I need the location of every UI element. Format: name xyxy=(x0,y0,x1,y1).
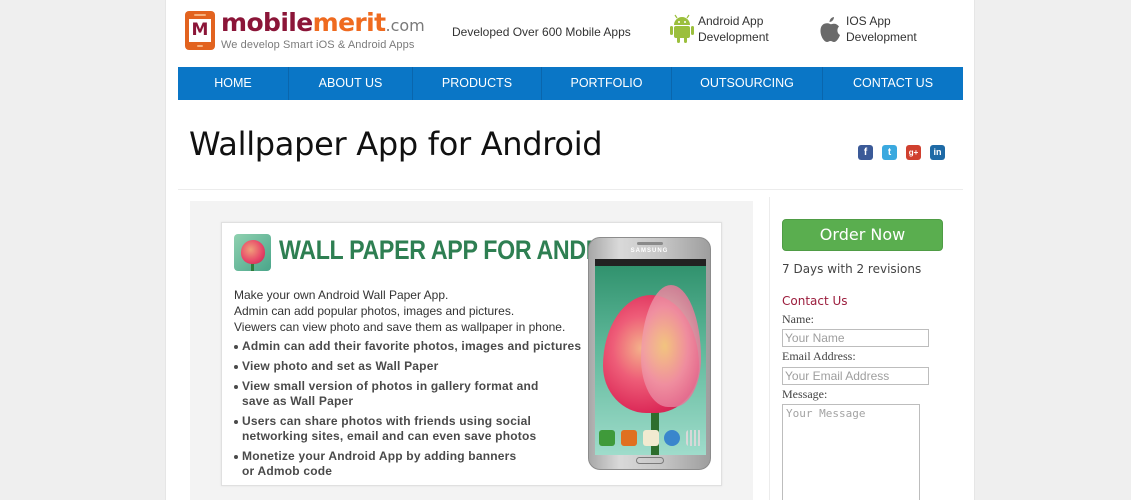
message-textarea[interactable] xyxy=(782,404,920,500)
nav-item-outsourcing[interactable]: OUTSOURCING xyxy=(672,67,823,100)
messaging-app-icon xyxy=(642,430,659,446)
logo-name: mobilemerit.com xyxy=(221,8,425,38)
nav-item-home[interactable]: HOME xyxy=(178,67,289,100)
android-link-text: Android App Development xyxy=(698,13,769,45)
ios-link-line1: IOS App xyxy=(846,14,891,28)
phone-brand: SAMSUNG xyxy=(630,248,669,254)
logo-name-part2: merit xyxy=(312,8,386,37)
feature-item: Users can share photos with friends usin… xyxy=(234,414,581,444)
feature-item: Monetize your Android App by adding bann… xyxy=(234,449,581,479)
logo-letter: M xyxy=(189,19,211,42)
header-tagline: Developed Over 600 Mobile Apps xyxy=(452,25,631,39)
product-content-area: WALL PAPER APP FOR ANDROID Make your own… xyxy=(190,201,753,500)
order-now-button[interactable]: Order Now xyxy=(782,219,943,251)
facebook-icon[interactable]: f xyxy=(858,145,873,160)
feature-line: networking sites, email and can even sav… xyxy=(242,429,537,443)
name-label: Name: xyxy=(782,312,814,326)
phone-tulip-petal xyxy=(641,285,701,407)
logo-tagline: We develop Smart iOS & Android Apps xyxy=(221,39,415,51)
feature-item: View photo and set as Wall Paper xyxy=(234,359,581,374)
intro-line: Admin can add popular photos, images and… xyxy=(234,304,515,318)
site-logo[interactable]: M mobilemerit.com We develop Smart iOS &… xyxy=(185,8,425,51)
android-icon xyxy=(670,14,694,43)
phone-status-bar xyxy=(595,259,706,266)
product-intro: Make your own Android Wall Paper App. Ad… xyxy=(234,287,565,335)
google-plus-icon[interactable]: g+ xyxy=(906,145,921,160)
android-development-link[interactable]: Android App Development xyxy=(670,13,769,45)
feature-line: Monetize your Android App by adding bann… xyxy=(242,449,517,463)
android-link-line2: Development xyxy=(698,30,769,44)
logo-text: mobilemerit.com We develop Smart iOS & A… xyxy=(221,8,425,51)
nav-item-portfolio[interactable]: PORTFOLIO xyxy=(542,67,672,100)
message-label: Message: xyxy=(782,387,828,401)
name-input[interactable] xyxy=(782,329,929,347)
social-share-bar: f t g+ in xyxy=(858,145,945,160)
phone-mockup-image: SAMSUNG xyxy=(588,237,711,470)
contact-us-heading: Contact Us xyxy=(782,294,848,308)
feature-line: or Admob code xyxy=(242,464,333,478)
product-card: WALL PAPER APP FOR ANDROID Make your own… xyxy=(221,222,722,486)
ios-link-text: IOS App Development xyxy=(846,13,917,45)
phone-app-icon xyxy=(599,430,615,446)
page-container: M mobilemerit.com We develop Smart iOS &… xyxy=(165,0,975,500)
android-link-line1: Android App xyxy=(698,14,764,28)
feature-list: Admin can add their favorite photos, ima… xyxy=(234,339,581,484)
main-nav: HOME ABOUT US PRODUCTS PORTFOLIO OUTSOUR… xyxy=(178,67,963,100)
intro-line: Viewers can view photo and save them as … xyxy=(234,320,566,334)
phone-speaker xyxy=(637,242,663,245)
feature-line: save as Wall Paper xyxy=(242,394,354,408)
tulip-app-icon xyxy=(234,234,271,271)
feature-line: View small version of photos in gallery … xyxy=(242,379,539,393)
logo-phone-icon: M xyxy=(185,11,215,50)
nav-item-products[interactable]: PRODUCTS xyxy=(413,67,542,100)
phone-dock xyxy=(599,430,702,447)
contacts-app-icon xyxy=(620,430,637,446)
feature-item: Admin can add their favorite photos, ima… xyxy=(234,339,581,354)
feature-line: View photo and set as Wall Paper xyxy=(242,359,439,373)
feature-item: View small version of photos in gallery … xyxy=(234,379,581,409)
feature-line: Admin can add their favorite photos, ima… xyxy=(242,339,582,353)
logo-name-part1: mobile xyxy=(221,8,313,37)
nav-item-about-us[interactable]: ABOUT US xyxy=(289,67,413,100)
linkedin-icon[interactable]: in xyxy=(930,145,945,160)
tulip-flower xyxy=(241,240,265,264)
email-input[interactable] xyxy=(782,367,929,385)
page-title: Wallpaper App for Android xyxy=(189,125,603,163)
ios-development-link[interactable]: IOS App Development xyxy=(818,13,917,45)
delivery-info: 7 Days with 2 revisions xyxy=(782,262,922,276)
sidebar-divider xyxy=(769,197,770,500)
apple-icon xyxy=(820,17,840,42)
phone-home-button xyxy=(636,457,664,464)
phone-screen xyxy=(595,259,706,455)
title-divider xyxy=(178,189,963,190)
feature-line: Users can share photos with friends usin… xyxy=(242,414,532,428)
twitter-icon[interactable]: t xyxy=(882,145,897,160)
browser-app-icon xyxy=(664,430,681,446)
email-label: Email Address: xyxy=(782,349,856,363)
nav-item-contact-us[interactable]: CONTACT US xyxy=(823,67,963,100)
intro-line: Make your own Android Wall Paper App. xyxy=(234,288,449,302)
apps-grid-icon xyxy=(686,430,702,446)
logo-name-part3: .com xyxy=(385,16,425,35)
ios-link-line2: Development xyxy=(846,30,917,44)
